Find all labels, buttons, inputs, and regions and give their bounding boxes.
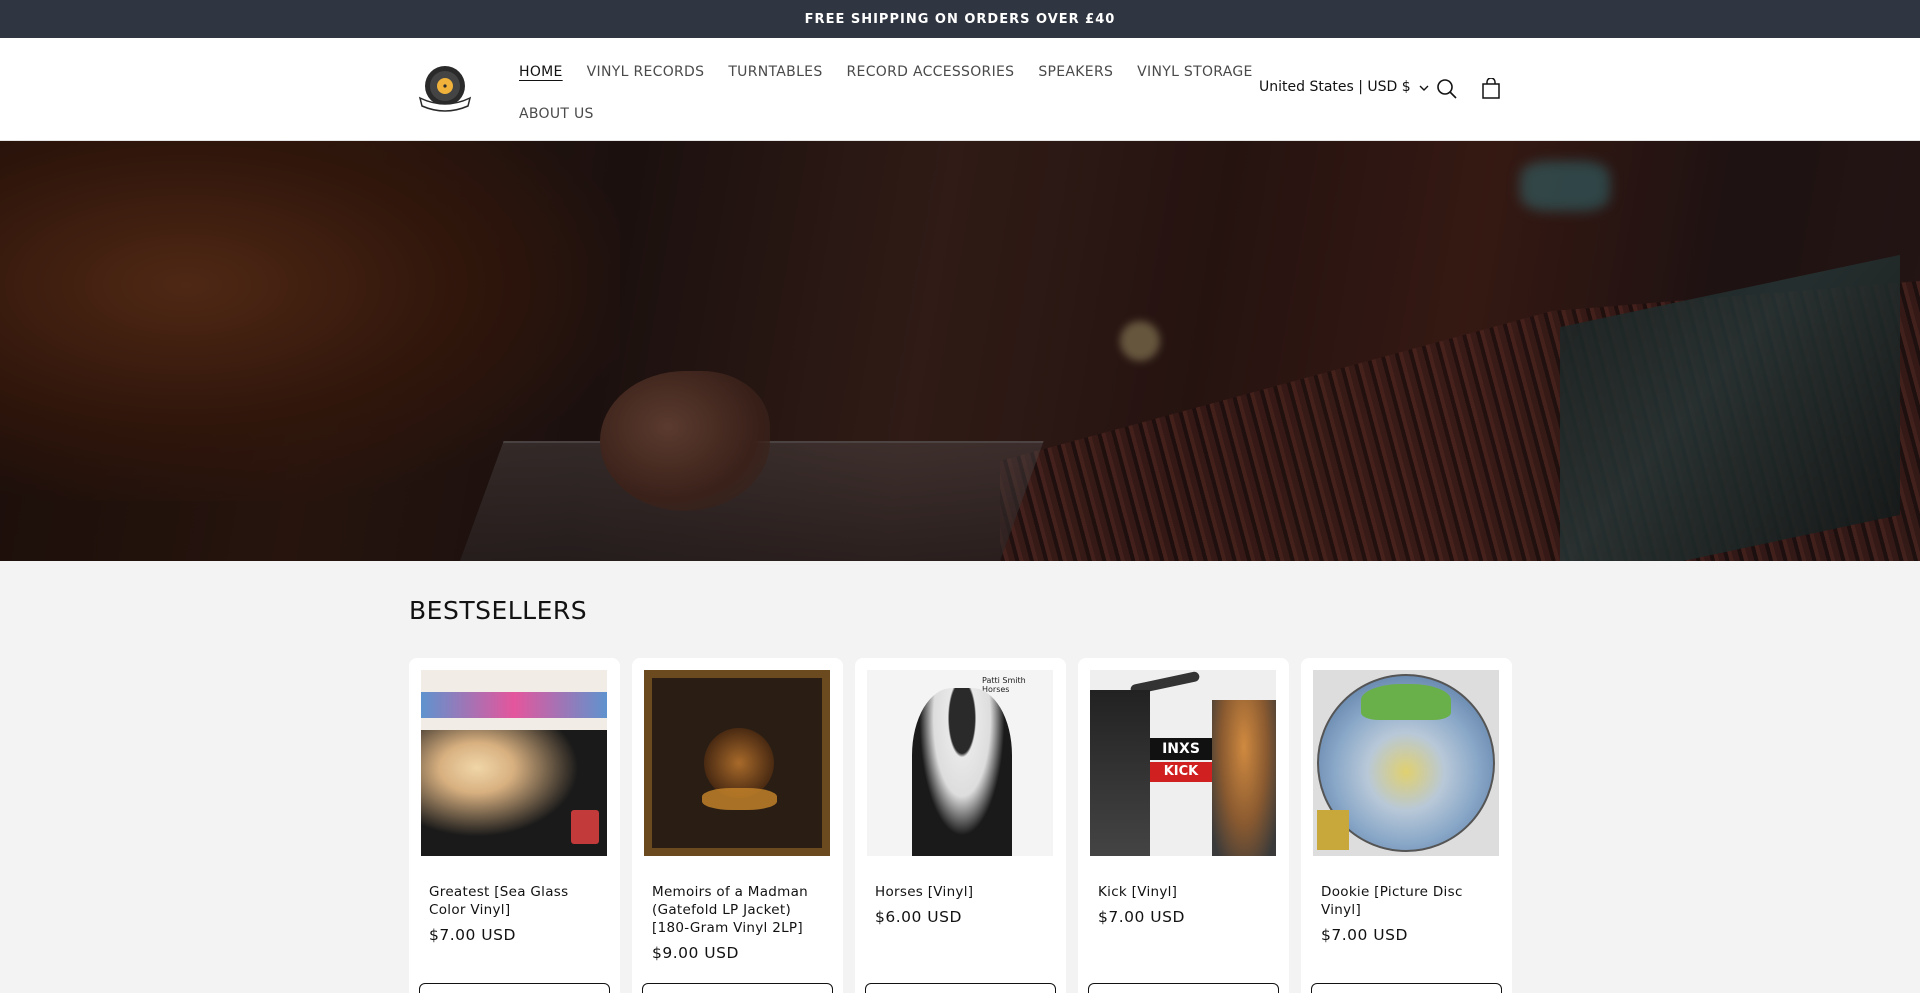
nav-home[interactable]: HOME	[519, 64, 563, 80]
product-title[interactable]: Greatest [Sea Glass Color Vinyl]	[429, 883, 604, 919]
product-title[interactable]: Horses [Vinyl]	[875, 883, 1050, 901]
product-title[interactable]: Memoirs of a Madman (Gatefold LP Jacket)…	[652, 883, 827, 937]
add-to-cart-button[interactable]	[865, 983, 1056, 993]
product-card[interactable]: Patti Smith Horses Horses [Vinyl] $6.00 …	[855, 658, 1066, 993]
product-card[interactable]: Dookie [Picture Disc Vinyl] $7.00 USD	[1301, 658, 1512, 993]
cart-icon[interactable]	[1478, 76, 1504, 102]
store-logo[interactable]	[414, 64, 476, 114]
product-price: $9.00 USD	[652, 944, 739, 962]
add-to-cart-button[interactable]	[419, 983, 610, 993]
bestsellers-heading: BESTSELLERS	[409, 596, 588, 625]
add-to-cart-button[interactable]	[1311, 983, 1502, 993]
nav-vinyl-storage[interactable]: VINYL STORAGE	[1137, 64, 1253, 80]
site-header: HOME VINYL RECORDS TURNTABLES RECORD ACC…	[0, 38, 1920, 141]
country-currency-selector[interactable]: United States | USD $	[1259, 79, 1429, 95]
cover-text: Patti Smith Horses	[982, 676, 1026, 694]
product-image[interactable]: Patti Smith Horses	[867, 670, 1053, 856]
product-price: $7.00 USD	[1321, 926, 1408, 944]
main-nav: HOME VINYL RECORDS TURNTABLES RECORD ACC…	[519, 56, 1252, 130]
nav-vinyl-records[interactable]: VINYL RECORDS	[587, 64, 705, 80]
product-image[interactable]	[1313, 670, 1499, 856]
add-to-cart-button[interactable]	[1088, 983, 1279, 993]
nav-speakers[interactable]: SPEAKERS	[1038, 64, 1113, 80]
product-title[interactable]: Dookie [Picture Disc Vinyl]	[1321, 883, 1496, 919]
cover-text: INXS	[1150, 738, 1212, 760]
product-image[interactable]	[644, 670, 830, 856]
hero-banner-image	[0, 141, 1920, 561]
search-icon[interactable]	[1434, 76, 1460, 102]
announcement-text: FREE SHIPPING ON ORDERS OVER £40	[804, 11, 1116, 27]
product-image[interactable]	[421, 670, 607, 856]
product-price: $6.00 USD	[875, 908, 962, 926]
product-title[interactable]: Kick [Vinyl]	[1098, 883, 1273, 901]
nav-about-us[interactable]: ABOUT US	[519, 106, 594, 122]
nav-turntables[interactable]: TURNTABLES	[728, 64, 822, 80]
product-card[interactable]: Memoirs of a Madman (Gatefold LP Jacket)…	[632, 658, 843, 993]
product-price: $7.00 USD	[1098, 908, 1185, 926]
product-price: $7.00 USD	[429, 926, 516, 944]
product-image[interactable]: INXS KICK	[1090, 670, 1276, 856]
cover-text: KICK	[1150, 762, 1212, 782]
product-card[interactable]: INXS KICK Kick [Vinyl] $7.00 USD	[1078, 658, 1289, 993]
announcement-bar: FREE SHIPPING ON ORDERS OVER £40	[0, 0, 1920, 38]
nav-record-accessories[interactable]: RECORD ACCESSORIES	[847, 64, 1015, 80]
locale-label: United States | USD $	[1259, 79, 1411, 95]
product-grid: Greatest [Sea Glass Color Vinyl] $7.00 U…	[409, 658, 1512, 993]
chevron-down-icon	[1419, 79, 1429, 95]
product-card[interactable]: Greatest [Sea Glass Color Vinyl] $7.00 U…	[409, 658, 620, 993]
add-to-cart-button[interactable]	[642, 983, 833, 993]
